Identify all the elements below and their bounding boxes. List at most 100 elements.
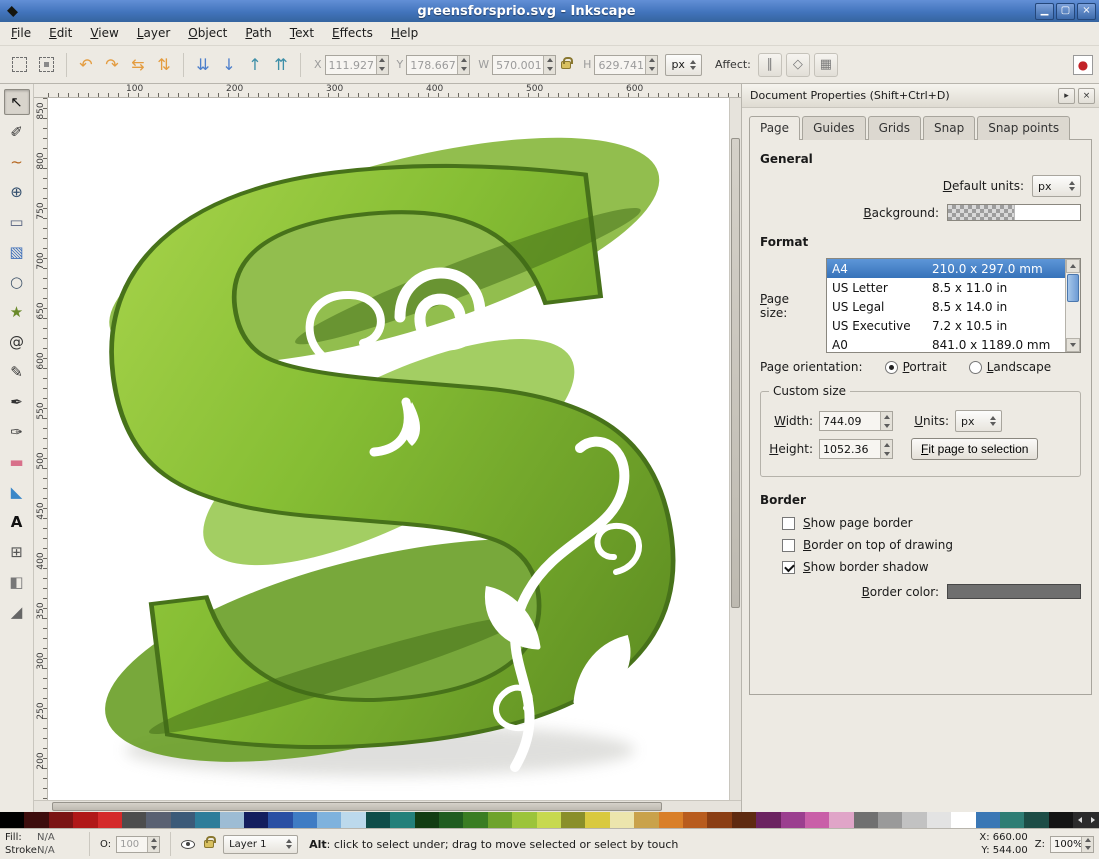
panel-close-button[interactable]: × xyxy=(1078,88,1095,104)
spiral-tool[interactable]: @ xyxy=(4,329,30,355)
node-tool[interactable]: ✐ xyxy=(4,119,30,145)
tab-grids[interactable]: Grids xyxy=(868,116,921,140)
raise-icon[interactable]: ↑ xyxy=(243,53,267,77)
rotate-ccw-icon[interactable]: ↶ xyxy=(74,53,98,77)
layer-selector[interactable]: Layer 1 xyxy=(223,835,298,854)
menu-item-file[interactable]: File xyxy=(2,22,40,45)
stroke-value[interactable]: N/A xyxy=(37,844,79,857)
affect-move-icon[interactable]: ∥ xyxy=(758,53,782,77)
border-color-button[interactable] xyxy=(947,584,1081,599)
star-tool[interactable]: ★ xyxy=(4,299,30,325)
page-size-row[interactable]: US Executive7.2 x 10.5 in xyxy=(827,316,1065,335)
menu-item-view[interactable]: View xyxy=(81,22,127,45)
tab-guides[interactable]: Guides xyxy=(802,116,866,140)
default-units-combo[interactable]: px xyxy=(1032,175,1081,197)
page-size-list[interactable]: A4210.0 x 297.0 mmUS Letter8.5 x 11.0 in… xyxy=(826,258,1081,353)
palette-swatch[interactable] xyxy=(512,812,536,828)
canvas-horizontal-scrollbar[interactable] xyxy=(34,800,741,812)
palette-swatch[interactable] xyxy=(488,812,512,828)
y-spin-buttons[interactable] xyxy=(457,56,469,74)
palette-swatch[interactable] xyxy=(171,812,195,828)
close-button[interactable]: × xyxy=(1077,3,1096,20)
palette-scroll-left-icon[interactable] xyxy=(1073,812,1086,828)
select-touch-icon[interactable] xyxy=(34,53,59,77)
connector-tool[interactable]: ⊞ xyxy=(4,539,30,565)
palette-swatch[interactable] xyxy=(585,812,609,828)
custom-height-input[interactable]: 1052.36 xyxy=(819,439,893,459)
width-input[interactable]: 570.001 xyxy=(492,55,556,75)
page-size-row[interactable]: A0841.0 x 1189.0 mm xyxy=(827,335,1065,352)
palette-swatch[interactable] xyxy=(659,812,683,828)
y-input[interactable]: 178.667 xyxy=(406,55,470,75)
page-size-row[interactable]: A4210.0 x 297.0 mm xyxy=(827,259,1065,278)
calligraphy-tool[interactable]: ✑ xyxy=(4,419,30,445)
paint-bucket-tool[interactable]: ◣ xyxy=(4,479,30,505)
palette-swatch[interactable] xyxy=(341,812,365,828)
eraser-tool[interactable]: ▬ xyxy=(4,449,30,475)
layer-lock-icon[interactable] xyxy=(204,840,214,848)
scroll-down-icon[interactable] xyxy=(1066,338,1080,352)
gradient-tool[interactable]: ◧ xyxy=(4,569,30,595)
palette-swatch[interactable] xyxy=(366,812,390,828)
minimize-button[interactable]: ▁ xyxy=(1035,3,1054,20)
palette-swatch[interactable] xyxy=(1049,812,1073,828)
palette-swatch[interactable] xyxy=(244,812,268,828)
palette-swatch[interactable] xyxy=(854,812,878,828)
layer-visibility-icon[interactable] xyxy=(181,840,195,849)
palette-swatch[interactable] xyxy=(756,812,780,828)
landscape-radio[interactable]: Landscape xyxy=(969,360,1051,374)
scroll-up-icon[interactable] xyxy=(1066,259,1080,273)
affect-rotate-icon[interactable]: ◇ xyxy=(786,53,810,77)
checkbox-show-border-shadow[interactable]: Show border shadow xyxy=(782,560,1081,574)
menu-item-path[interactable]: Path xyxy=(236,22,280,45)
flip-vertical-icon[interactable]: ⇅ xyxy=(152,53,176,77)
selector-tool[interactable]: ↖ xyxy=(4,89,30,115)
bezier-pen-tool[interactable]: ✒ xyxy=(4,389,30,415)
palette-swatch[interactable] xyxy=(707,812,731,828)
palette-swatch[interactable] xyxy=(0,812,24,828)
affect-corners-icon[interactable]: ▦ xyxy=(814,53,838,77)
lock-ratio-icon[interactable] xyxy=(561,61,571,69)
menu-item-edit[interactable]: Edit xyxy=(40,22,81,45)
flip-horizontal-icon[interactable]: ⇆ xyxy=(126,53,150,77)
x-input[interactable]: 111.927 xyxy=(325,55,389,75)
canvas[interactable]: S xyxy=(48,98,729,800)
text-tool[interactable]: A xyxy=(4,509,30,535)
palette-swatch[interactable] xyxy=(610,812,634,828)
vertical-scroll-thumb[interactable] xyxy=(731,138,740,608)
palette-swatch[interactable] xyxy=(561,812,585,828)
width-spin-buttons[interactable] xyxy=(880,412,892,430)
fill-value[interactable]: N/A xyxy=(37,831,79,844)
page-size-row[interactable]: US Legal8.5 x 14.0 in xyxy=(827,297,1065,316)
tab-page[interactable]: Page xyxy=(749,116,800,140)
pencil-tool[interactable]: ✎ xyxy=(4,359,30,385)
menu-item-layer[interactable]: Layer xyxy=(128,22,179,45)
zoom-input[interactable]: 100% xyxy=(1050,836,1094,853)
palette-swatch[interactable] xyxy=(781,812,805,828)
menu-item-text[interactable]: Text xyxy=(281,22,323,45)
palette-swatch[interactable] xyxy=(463,812,487,828)
palette-swatch[interactable] xyxy=(293,812,317,828)
palette-scroll-right-icon[interactable] xyxy=(1086,812,1099,828)
palette-swatch[interactable] xyxy=(805,812,829,828)
tab-snap-points[interactable]: Snap points xyxy=(977,116,1070,140)
list-scroll-thumb[interactable] xyxy=(1067,274,1079,302)
palette-swatch[interactable] xyxy=(195,812,219,828)
palette-swatch[interactable] xyxy=(829,812,853,828)
canvas-vertical-scrollbar[interactable] xyxy=(729,98,741,800)
palette-swatch[interactable] xyxy=(634,812,658,828)
palette-swatch[interactable] xyxy=(1024,812,1048,828)
raise-to-top-icon[interactable]: ⇈ xyxy=(269,53,293,77)
tab-snap[interactable]: Snap xyxy=(923,116,975,140)
x-spin-buttons[interactable] xyxy=(376,56,388,74)
menu-item-effects[interactable]: Effects xyxy=(323,22,382,45)
height-input[interactable]: 629.741 xyxy=(594,55,658,75)
height-spin-buttons[interactable] xyxy=(645,56,657,74)
menu-item-help[interactable]: Help xyxy=(382,22,427,45)
opacity-input[interactable]: 100 xyxy=(116,836,160,853)
select-rubberband-icon[interactable] xyxy=(7,53,32,77)
palette-swatch[interactable] xyxy=(146,812,170,828)
custom-units-combo[interactable]: px xyxy=(955,410,1002,432)
box3d-tool[interactable]: ▧ xyxy=(4,239,30,265)
checkbox-border-on-top-of-drawing[interactable]: Border on top of drawing xyxy=(782,538,1081,552)
